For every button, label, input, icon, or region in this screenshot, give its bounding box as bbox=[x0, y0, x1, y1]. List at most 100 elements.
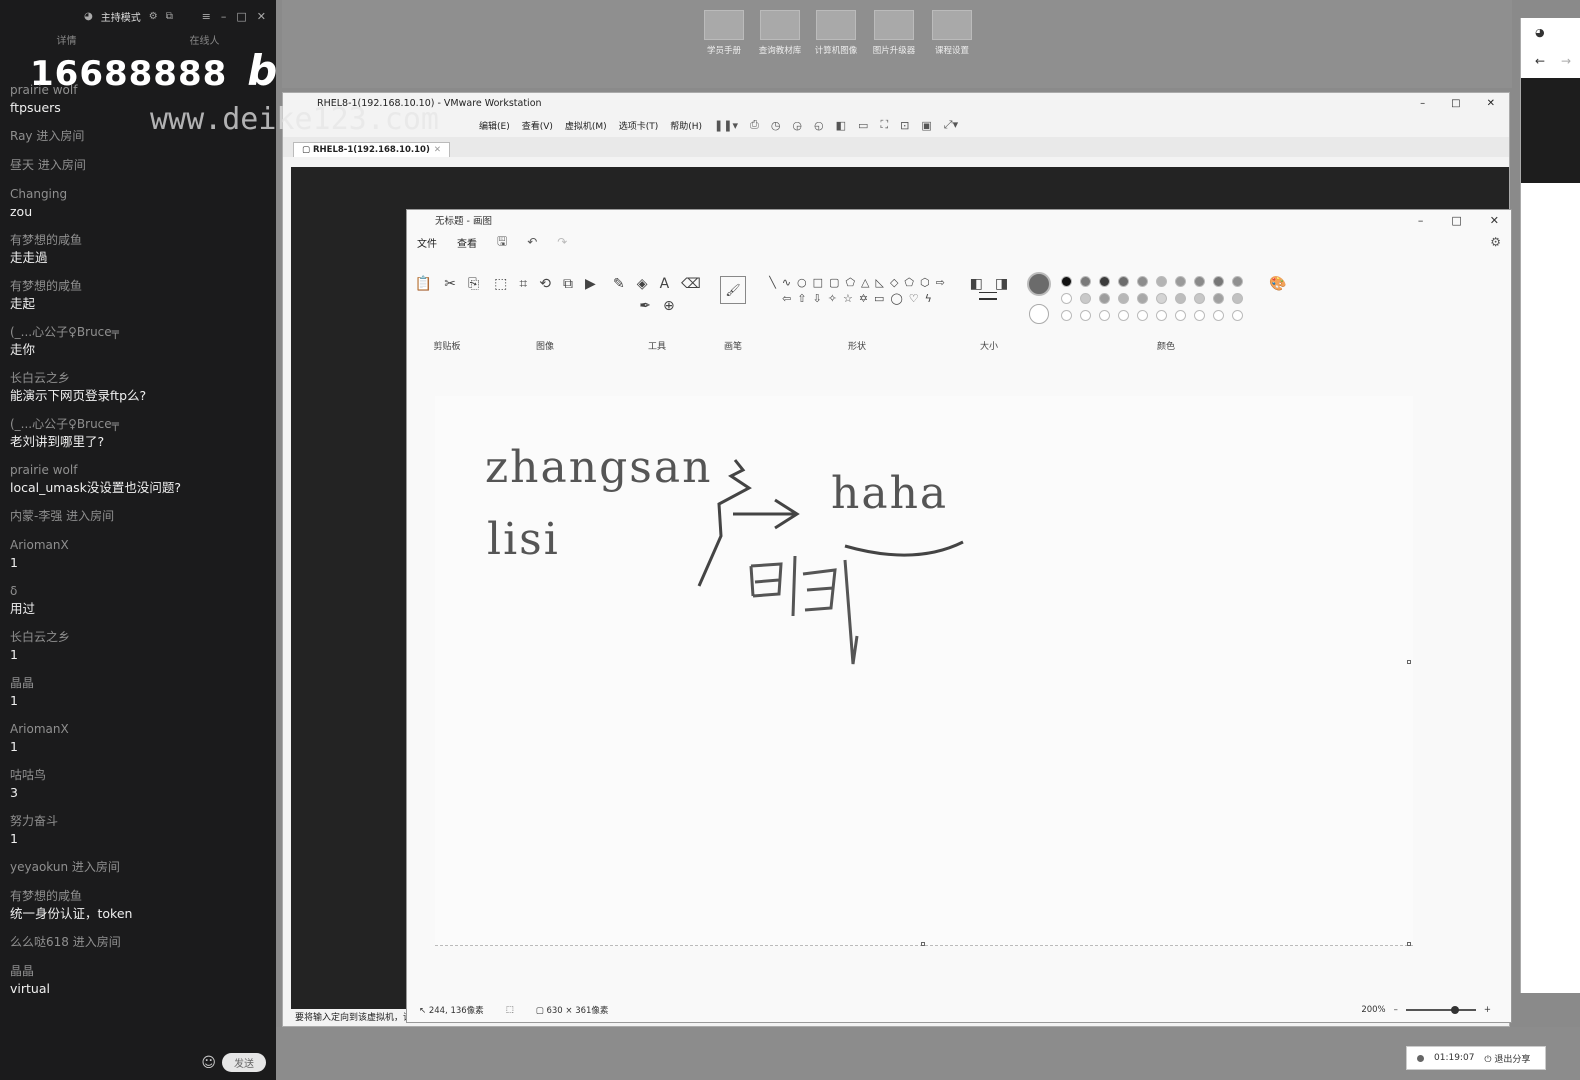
settings-icon[interactable]: ⚙ bbox=[149, 11, 158, 22]
color-swatch[interactable] bbox=[1061, 293, 1072, 304]
close-icon[interactable]: ✕ bbox=[1487, 98, 1495, 109]
fill-icon[interactable]: ◈ bbox=[637, 276, 648, 292]
brush-icon[interactable]: 🖌 bbox=[720, 276, 746, 304]
color-swatch[interactable] bbox=[1175, 310, 1186, 321]
color-swatch[interactable] bbox=[1232, 276, 1243, 287]
oval-shape-icon[interactable]: ○ bbox=[797, 276, 807, 289]
zoom-out-icon[interactable]: – bbox=[1394, 1005, 1398, 1015]
pause-icon[interactable]: ❚❚▾ bbox=[714, 119, 738, 132]
color-swatch[interactable] bbox=[1118, 310, 1129, 321]
resize-icon[interactable]: ⧉ bbox=[563, 276, 573, 292]
color-swatch[interactable] bbox=[1061, 310, 1072, 321]
menu-file[interactable]: 文件 bbox=[417, 235, 437, 250]
size-selector[interactable] bbox=[969, 278, 1011, 318]
zoom-slider-knob[interactable] bbox=[1450, 1006, 1459, 1014]
color-swatch[interactable] bbox=[1194, 293, 1205, 304]
edit-colors-icon[interactable]: 🎨 bbox=[1269, 276, 1286, 292]
color-swatch[interactable] bbox=[1213, 310, 1224, 321]
color-swatch[interactable] bbox=[1118, 293, 1129, 304]
color-swatch[interactable] bbox=[1137, 293, 1148, 304]
drawing-canvas[interactable]: zhangsan haha lisi bbox=[435, 396, 1413, 946]
color-swatch[interactable] bbox=[1194, 310, 1205, 321]
color-swatch[interactable] bbox=[1061, 276, 1072, 287]
desktop-shortcut[interactable]: 查询教材库 bbox=[756, 10, 804, 56]
magnifier-icon[interactable]: ⊕ bbox=[663, 298, 675, 314]
color-swatch[interactable] bbox=[1156, 310, 1167, 321]
line-shape-icon[interactable]: ╲ bbox=[769, 276, 776, 289]
menu-icon[interactable]: ≡ bbox=[202, 10, 211, 23]
resize-handle[interactable] bbox=[921, 942, 925, 946]
rounded-rect-shape-icon[interactable]: ▢ bbox=[829, 276, 839, 289]
lightning-shape-icon[interactable]: ϟ bbox=[925, 292, 932, 305]
flip-icon[interactable]: ▶ bbox=[585, 276, 596, 292]
arrow-up-shape-icon[interactable]: ⇧ bbox=[797, 292, 806, 305]
hexagon-shape-icon[interactable]: ⬡ bbox=[920, 276, 930, 289]
color-swatch[interactable] bbox=[1232, 293, 1243, 304]
menu-help[interactable]: 帮助(H) bbox=[670, 119, 702, 132]
heart-shape-icon[interactable]: ♡ bbox=[909, 292, 919, 305]
emoji-icon[interactable]: ☺ bbox=[201, 1055, 216, 1071]
desktop-shortcut[interactable]: 学员手册 bbox=[700, 10, 748, 56]
zoom-slider[interactable] bbox=[1405, 1006, 1476, 1014]
star5-shape-icon[interactable]: ☆ bbox=[843, 292, 853, 305]
maximize-icon[interactable]: □ bbox=[1451, 98, 1460, 109]
eraser-icon[interactable]: ⌫ bbox=[681, 276, 701, 292]
menu-view[interactable]: 查看 bbox=[457, 235, 477, 250]
menu-edit[interactable]: 编辑(E) bbox=[479, 119, 510, 132]
settings-icon[interactable]: ⚙ bbox=[1490, 235, 1501, 249]
color-swatch[interactable] bbox=[1213, 293, 1224, 304]
unity-icon[interactable]: ⊡ bbox=[900, 119, 909, 132]
color-swatch[interactable] bbox=[1175, 293, 1186, 304]
color-swatch[interactable] bbox=[1137, 276, 1148, 287]
color-swatch[interactable] bbox=[1118, 276, 1129, 287]
fullscreen-icon[interactable]: ⛶ bbox=[880, 118, 888, 132]
send-button[interactable]: 发送 bbox=[222, 1053, 266, 1072]
cut-icon[interactable]: ✂ bbox=[444, 276, 456, 292]
resize-handle[interactable] bbox=[1407, 660, 1411, 664]
arrow-right-shape-icon[interactable]: ⇨ bbox=[936, 276, 945, 289]
menu-view[interactable]: 查看(V) bbox=[522, 119, 553, 132]
color-swatch[interactable] bbox=[1232, 310, 1243, 321]
resize-handle[interactable] bbox=[1407, 942, 1411, 946]
snapshot-icon[interactable]: ◷ bbox=[771, 119, 781, 132]
color1-swatch[interactable] bbox=[1027, 272, 1051, 296]
tab-vm[interactable]: ▢ RHEL8-1(192.168.10.10) ✕ bbox=[293, 142, 450, 157]
curve-shape-icon[interactable]: ∿ bbox=[782, 276, 791, 289]
popout-icon[interactable]: ⧉ bbox=[166, 11, 173, 22]
close-icon[interactable]: ✕ bbox=[1490, 214, 1499, 227]
console-view-icon[interactable]: ▣ bbox=[921, 119, 931, 132]
desktop-shortcut[interactable]: 图片升级器 bbox=[870, 10, 918, 56]
color-swatch[interactable] bbox=[1137, 310, 1148, 321]
text-icon[interactable]: A bbox=[660, 276, 670, 292]
color-swatch[interactable] bbox=[1213, 276, 1224, 287]
close-icon[interactable]: ✕ bbox=[257, 10, 266, 23]
color-swatch[interactable] bbox=[1099, 276, 1110, 287]
close-tab-icon[interactable]: ✕ bbox=[434, 145, 441, 155]
forward-arrow-icon[interactable]: → bbox=[1561, 54, 1571, 68]
snapshot-manager-icon[interactable]: ◵ bbox=[814, 119, 824, 132]
send-keys-icon[interactable]: ⎙ bbox=[750, 118, 759, 132]
maximize-icon[interactable]: □ bbox=[1451, 214, 1461, 227]
color-swatch[interactable] bbox=[1080, 310, 1091, 321]
triangle-shape-icon[interactable]: △ bbox=[861, 276, 869, 289]
pencil-icon[interactable]: ✎ bbox=[613, 276, 625, 292]
desktop-shortcut[interactable]: 课程设置 bbox=[928, 10, 976, 56]
color-picker-icon[interactable]: ✒ bbox=[639, 298, 651, 314]
thumbnail-icon[interactable]: ▭ bbox=[858, 119, 868, 132]
stretch-icon[interactable]: ⤢▾ bbox=[944, 118, 958, 132]
star6-shape-icon[interactable]: ✡ bbox=[859, 292, 868, 305]
color-swatch[interactable] bbox=[1099, 293, 1110, 304]
sidebar-toggle-icon[interactable]: ◧ bbox=[836, 119, 846, 132]
select-icon[interactable]: ⬚ bbox=[494, 276, 507, 292]
zoom-in-icon[interactable]: + bbox=[1484, 1005, 1491, 1015]
paste-icon[interactable]: 📋 bbox=[415, 276, 432, 292]
minimize-icon[interactable]: – bbox=[1420, 98, 1425, 109]
color2-swatch[interactable] bbox=[1029, 304, 1049, 324]
color-swatch[interactable] bbox=[1156, 293, 1167, 304]
revert-snapshot-icon[interactable]: ◶ bbox=[792, 119, 802, 132]
back-arrow-icon[interactable]: ← bbox=[1535, 54, 1545, 68]
exit-share-button[interactable]: ⏻ 退出分享 bbox=[1484, 1052, 1530, 1065]
maximize-icon[interactable]: □ bbox=[236, 10, 246, 23]
color-swatch[interactable] bbox=[1175, 276, 1186, 287]
rectangle-shape-icon[interactable]: □ bbox=[813, 276, 823, 289]
